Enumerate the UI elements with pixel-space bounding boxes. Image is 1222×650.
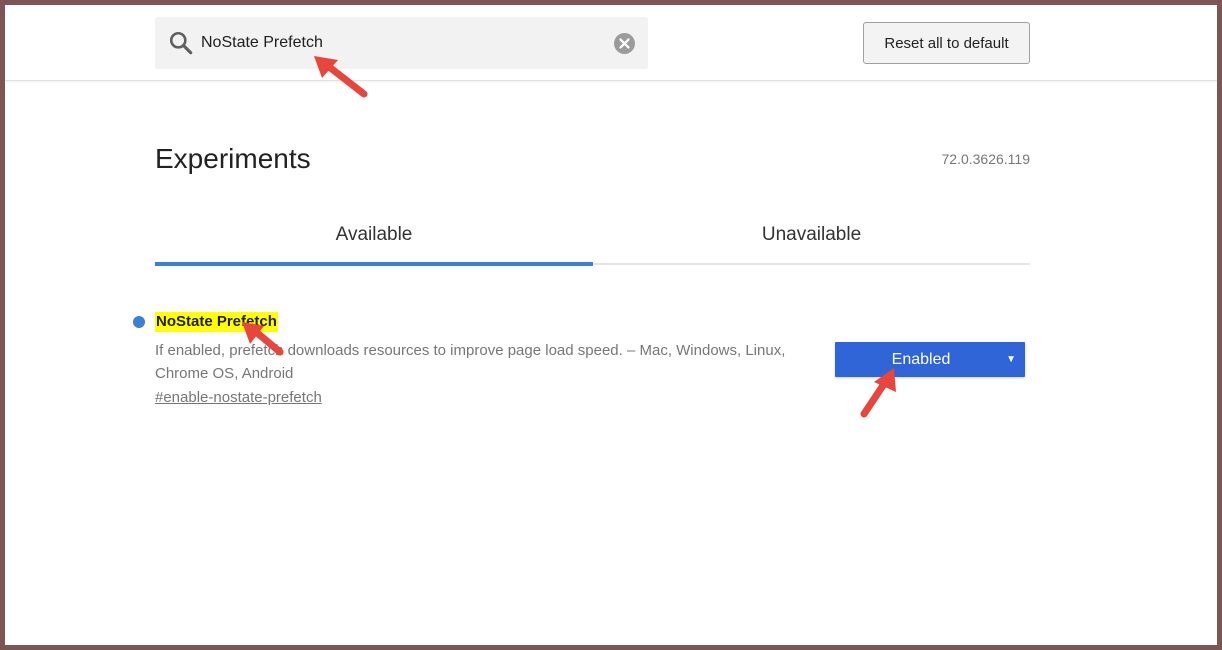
search-box[interactable] <box>155 17 648 69</box>
search-input[interactable] <box>201 27 601 59</box>
header-bar: Reset all to default <box>5 5 1217 81</box>
experiment-description: If enabled, prefetch downloads resources… <box>155 342 786 382</box>
close-circle-icon[interactable] <box>614 33 635 54</box>
experiment-name: NoState Prefetch <box>155 312 278 332</box>
active-tab-indicator <box>155 262 593 266</box>
search-icon <box>169 31 193 55</box>
experiment-permalink[interactable]: #enable-nostate-prefetch <box>155 389 322 406</box>
experiment-state-select[interactable]: Enabled ▼ <box>835 342 1025 377</box>
caret-down-icon: ▼ <box>1006 354 1016 365</box>
version-label: 72.0.3626.119 <box>941 151 1031 167</box>
page-title: Experiments <box>155 143 311 174</box>
reset-all-button[interactable]: Reset all to default <box>863 22 1030 64</box>
tab-strip: Available Unavailable <box>155 210 1030 268</box>
experiment-status-dot <box>133 316 145 328</box>
tab-unavailable[interactable]: Unavailable <box>593 210 1030 264</box>
select-value: Enabled <box>891 351 951 368</box>
tab-available[interactable]: Available <box>155 210 593 264</box>
